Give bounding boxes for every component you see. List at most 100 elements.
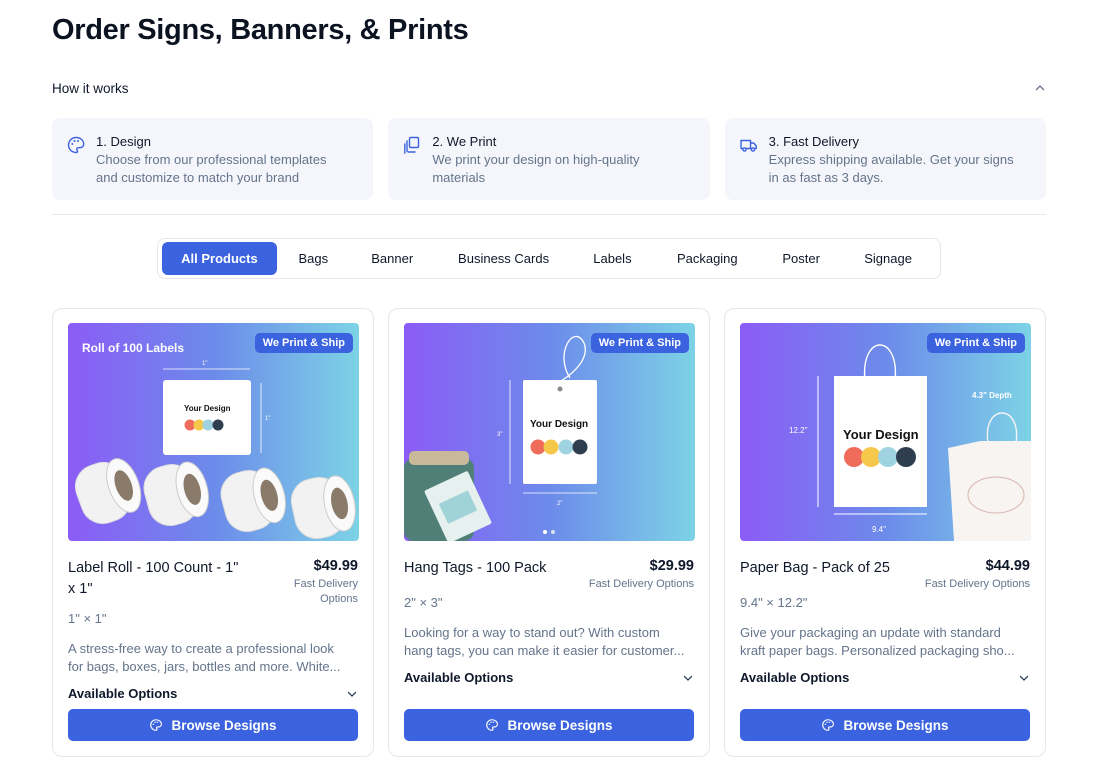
palette-icon bbox=[486, 719, 499, 731]
product-size: 1" × 1" bbox=[68, 611, 107, 626]
product-description: A stress-free way to create a profession… bbox=[68, 640, 358, 676]
product-price: $49.99 bbox=[313, 558, 358, 574]
delivery-note: Fast Delivery Options bbox=[293, 578, 358, 605]
available-options-label: Available Options bbox=[740, 670, 850, 685]
how-it-works-toggle[interactable]: How it works bbox=[52, 78, 1046, 98]
description-line: kraft paper bags. Personalized packaging… bbox=[740, 643, 1015, 658]
delivery-note: Fast Delivery Options bbox=[588, 578, 694, 590]
tab-banner[interactable]: Banner bbox=[350, 242, 435, 275]
label-roll-illustration: Roll of 100 Labels 1" 1" Your Design bbox=[74, 341, 356, 539]
product-price: $29.99 bbox=[649, 558, 694, 574]
step-description-line: We print your design on high-quality bbox=[432, 152, 640, 167]
section-divider bbox=[52, 214, 1046, 215]
delivery-note: Fast Delivery Options bbox=[924, 578, 1030, 590]
product-size: 9.4" × 12.2" bbox=[740, 595, 808, 610]
step-title: 1. Design bbox=[96, 134, 151, 149]
product-card[interactable]: Your Design 12.2" 9.4" 4.3" Depth We Pri… bbox=[724, 308, 1046, 757]
hang-tag-illustration: Your Design 3" 2" bbox=[404, 335, 597, 541]
available-options-label: Available Options bbox=[68, 686, 178, 701]
category-tabs: All Products Bags Banner Business Cards … bbox=[157, 238, 941, 279]
image-dimension: 12.2" bbox=[789, 426, 808, 435]
tab-packaging[interactable]: Packaging bbox=[652, 242, 762, 275]
product-name-line: x 1" bbox=[68, 581, 93, 597]
how-it-works-steps: 1. Design Choose from our professional t… bbox=[52, 118, 1046, 200]
browse-designs-button[interactable]: Browse Designs bbox=[740, 709, 1030, 741]
product-card[interactable]: Roll of 100 Labels 1" 1" Your Design We … bbox=[52, 308, 374, 757]
product-name: Hang Tags - 100 Pack bbox=[404, 558, 546, 592]
paper-bag-illustration: Your Design 12.2" 9.4" 4.3" Depth bbox=[789, 344, 1031, 541]
palette-icon bbox=[67, 136, 85, 154]
browse-designs-label: Browse Designs bbox=[843, 717, 949, 733]
chevron-down-icon bbox=[1019, 675, 1029, 681]
description-line: Give your packaging an update with stand… bbox=[740, 625, 1001, 640]
image-dimension: 1" bbox=[265, 416, 270, 422]
label-rolls bbox=[74, 458, 356, 539]
product-name: Paper Bag - Pack of 25 bbox=[740, 558, 890, 592]
step-description-line: and customize to match your brand bbox=[96, 170, 300, 185]
tab-bags[interactable]: Bags bbox=[277, 242, 350, 275]
image-dimension: 9.4" bbox=[872, 525, 886, 534]
description-line: for bags, boxes, jars, bottles and more.… bbox=[68, 659, 341, 674]
product-card[interactable]: Your Design 3" 2" We Print & Ship Hang T… bbox=[388, 308, 710, 757]
image-dimension: 1" bbox=[202, 361, 207, 367]
step-description: We print your design on high-quality mat… bbox=[432, 151, 639, 187]
chevron-up-icon bbox=[1035, 85, 1045, 91]
ship-badge: We Print & Ship bbox=[590, 333, 689, 353]
product-name-line: Hang Tags - 100 Pack bbox=[404, 560, 547, 576]
browse-designs-label: Browse Designs bbox=[171, 717, 277, 733]
image-dimension: 2" bbox=[557, 501, 562, 507]
image-design-text: Your Design bbox=[843, 427, 919, 442]
tab-business-cards[interactable]: Business Cards bbox=[435, 242, 573, 275]
how-it-works-label: How it works bbox=[52, 80, 129, 96]
available-options-toggle[interactable]: Available Options bbox=[68, 686, 358, 701]
tab-signage[interactable]: Signage bbox=[840, 242, 936, 275]
white-bag bbox=[948, 412, 1031, 541]
image-depth: 4.3" Depth bbox=[972, 391, 1012, 400]
product-name: Label Roll - 100 Count - 1" x 1" bbox=[68, 558, 238, 607]
step-description: Choose from our professional templates a… bbox=[96, 151, 327, 187]
step-description-line: materials bbox=[432, 170, 486, 185]
product-size: 2" × 3" bbox=[404, 595, 443, 610]
product-name-line: Label Roll - 100 Count - 1" bbox=[68, 560, 239, 576]
step-title: 3. Fast Delivery bbox=[768, 134, 859, 149]
page: Order Signs, Banners, & Prints How it wo… bbox=[0, 0, 1114, 766]
ship-badge: We Print & Ship bbox=[926, 333, 1025, 353]
image-design-text: Your Design bbox=[184, 404, 231, 413]
product-name-line: Paper Bag - Pack of 25 bbox=[740, 560, 890, 576]
step-delivery: 3. Fast Delivery Express shipping availa… bbox=[724, 118, 1046, 200]
jar-with-tag bbox=[404, 451, 492, 541]
product-description: Give your packaging an update with stand… bbox=[740, 624, 1030, 660]
tab-labels[interactable]: Labels bbox=[572, 242, 652, 275]
product-price: $44.99 bbox=[985, 558, 1030, 574]
ship-badge: We Print & Ship bbox=[254, 333, 353, 353]
product-image[interactable]: Your Design 3" 2" We Print & Ship bbox=[404, 323, 695, 541]
palette-icon bbox=[822, 719, 835, 731]
browse-designs-button[interactable]: Browse Designs bbox=[68, 709, 358, 741]
palette-icon bbox=[150, 719, 163, 731]
step-title: 2. We Print bbox=[432, 134, 497, 149]
available-options-toggle[interactable]: Available Options bbox=[404, 670, 694, 685]
browse-designs-button[interactable]: Browse Designs bbox=[404, 709, 694, 741]
description-line: Looking for a way to stand out? With cus… bbox=[404, 625, 660, 640]
image-dimension: 3" bbox=[497, 432, 502, 438]
tab-poster[interactable]: Poster bbox=[762, 242, 840, 275]
available-options-label: Available Options bbox=[404, 670, 514, 685]
product-image[interactable]: Roll of 100 Labels 1" 1" Your Design We … bbox=[68, 323, 359, 541]
browse-designs-label: Browse Designs bbox=[507, 717, 613, 733]
step-description-line: Choose from our professional templates bbox=[96, 152, 327, 167]
step-description-line: Express shipping available. Get your sig… bbox=[768, 152, 1014, 167]
step-description: Express shipping available. Get your sig… bbox=[769, 151, 1014, 187]
chevron-down-icon bbox=[683, 675, 693, 681]
image-design-text: Your Design bbox=[530, 419, 588, 430]
step-description-line: in as fast as 3 days. bbox=[768, 170, 884, 185]
product-grid: Roll of 100 Labels 1" 1" Your Design We … bbox=[52, 308, 1046, 757]
copy-print-icon bbox=[404, 136, 420, 154]
description-line: A stress-free way to create a profession… bbox=[68, 641, 334, 656]
truck-icon bbox=[739, 139, 757, 152]
tab-all-products[interactable]: All Products bbox=[162, 242, 277, 275]
product-image[interactable]: Your Design 12.2" 9.4" 4.3" Depth We Pri… bbox=[740, 323, 1031, 541]
page-title: Order Signs, Banners, & Prints bbox=[52, 14, 469, 46]
image-headline: Roll of 100 Labels bbox=[82, 341, 184, 355]
available-options-toggle[interactable]: Available Options bbox=[740, 670, 1030, 685]
step-design: 1. Design Choose from our professional t… bbox=[52, 118, 374, 200]
